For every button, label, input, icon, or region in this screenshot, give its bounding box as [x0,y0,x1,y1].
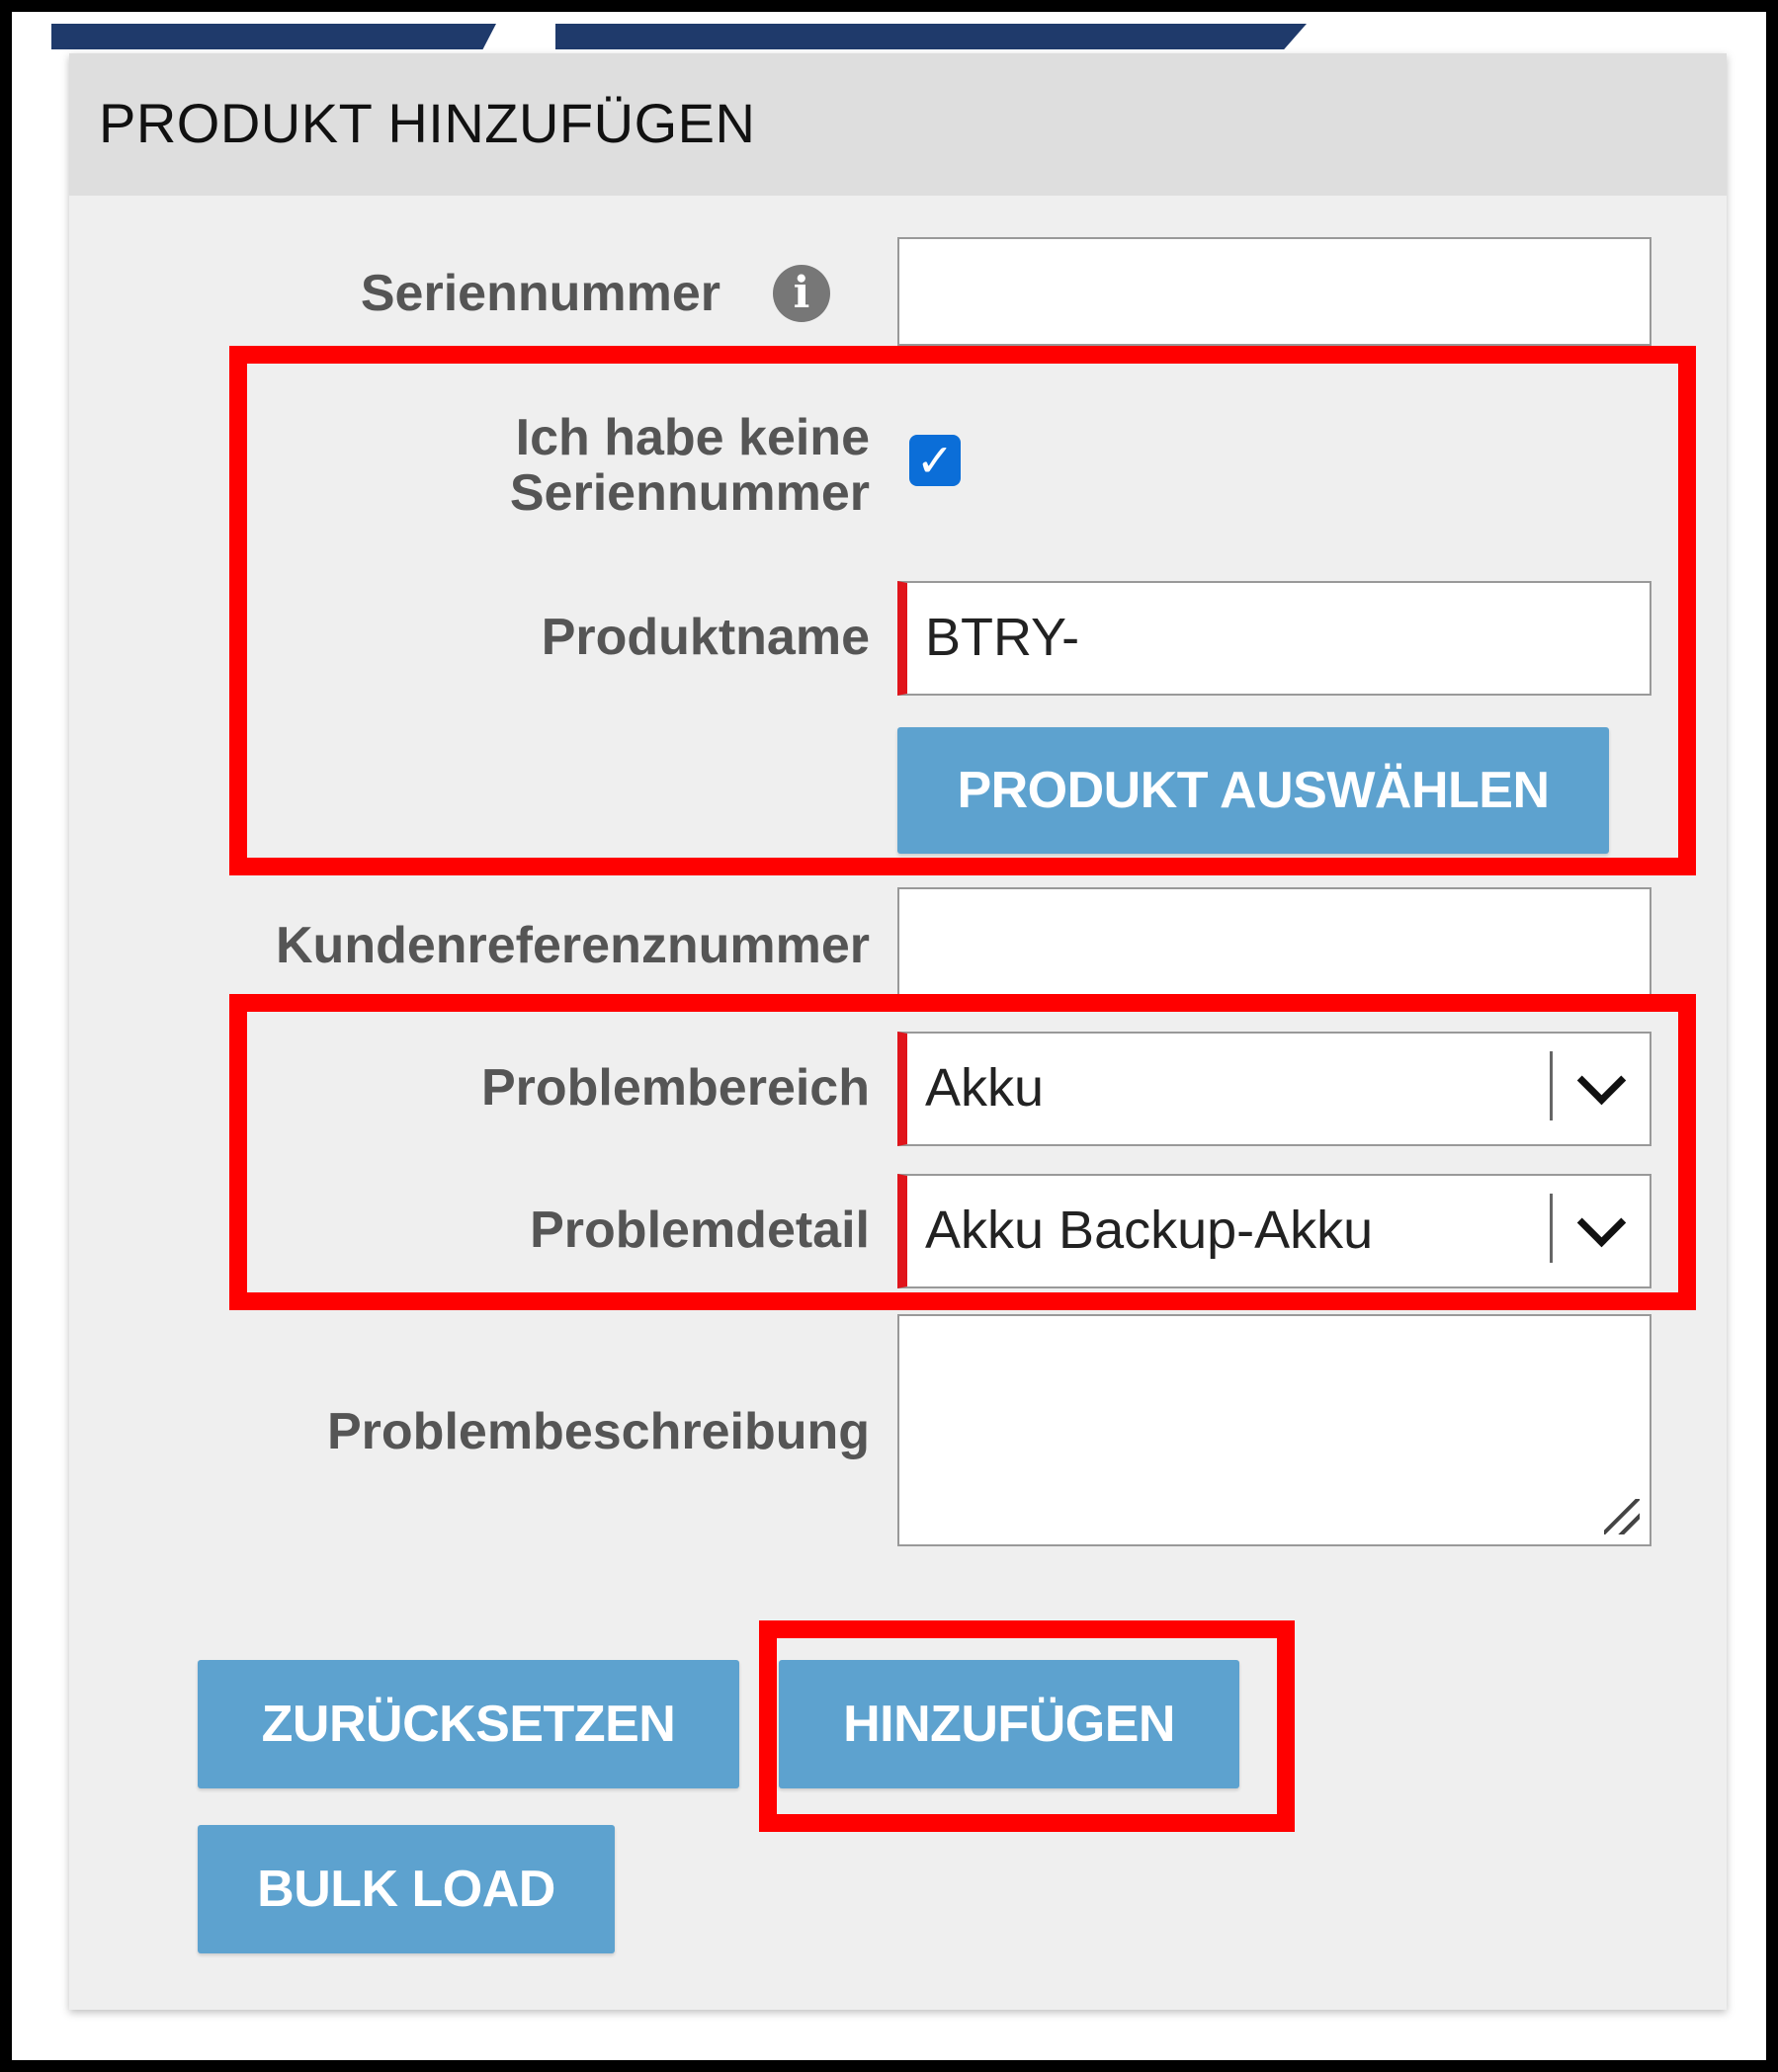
checkmark-icon: ✓ [915,434,955,487]
customer-reference-label: Kundenreferenznummer [276,917,870,974]
serial-number-input[interactable] [897,237,1651,346]
top-tab-strip [51,24,1732,51]
bulk-load-button[interactable]: BULK LOAD [198,1825,615,1953]
problem-detail-label: Problemdetail [530,1202,870,1259]
reset-button[interactable]: ZURÜCKSETZEN [198,1660,739,1788]
tab-left[interactable] [51,24,496,49]
product-name-input[interactable]: BTRY- [897,581,1651,696]
tab-middle[interactable] [555,24,1307,49]
problem-area-select[interactable]: Akku [897,1032,1651,1146]
no-serial-label-line2: Seriennummer [509,464,870,522]
chevron-down-icon [1576,1198,1627,1248]
problem-detail-select[interactable]: Akku Backup-Akku [897,1174,1651,1288]
screenshot-frame: PRODUKT HINZUFÜGEN Seriennummer i Ich ha… [0,0,1778,2072]
info-icon[interactable]: i [773,265,830,322]
no-serial-label-line1: Ich habe keine [515,409,870,466]
problem-description-textarea[interactable] [897,1314,1651,1546]
resize-grip-icon[interactable] [1604,1499,1640,1534]
customer-reference-input[interactable] [897,887,1651,1002]
problem-area-label: Problembereich [480,1059,870,1117]
panel-header: PRODUKT HINZUFÜGEN [69,53,1727,196]
select-product-button[interactable]: PRODUKT AUSWÄHLEN [897,727,1609,854]
product-name-label: Produktname [541,609,870,666]
problem-area-dropdown-toggle[interactable] [1550,1051,1650,1120]
problem-detail-value: Akku Backup-Akku [925,1201,1374,1260]
panel-title: PRODUKT HINZUFÜGEN [99,92,756,154]
serial-number-label: Seriennummer [360,265,720,322]
no-serial-checkbox[interactable]: ✓ [909,435,961,486]
add-button[interactable]: HINZUFÜGEN [779,1660,1239,1788]
problem-area-value: Akku [925,1058,1045,1118]
problem-description-label: Problembeschreibung [327,1403,870,1460]
problem-detail-dropdown-toggle[interactable] [1550,1194,1650,1263]
chevron-down-icon [1576,1055,1627,1106]
